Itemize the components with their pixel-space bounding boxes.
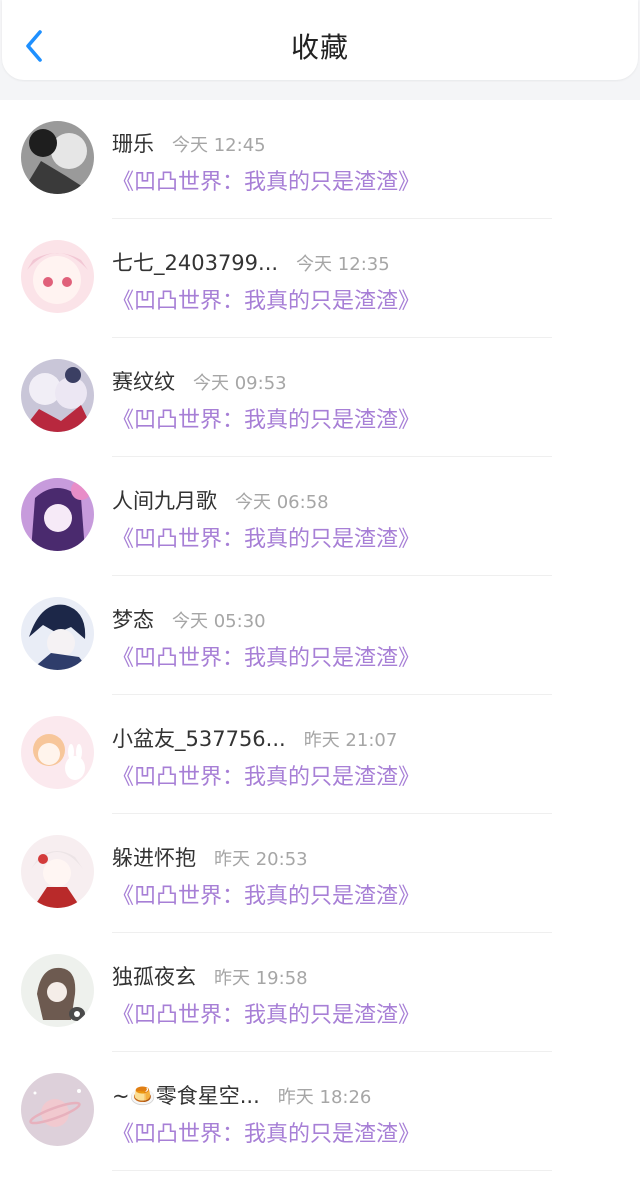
user-name: 七七_2403799... [112,251,279,275]
book-title-link[interactable]: 《凹凸世界：我真的只是渣渣》 [112,759,420,791]
user-name: 独孤夜玄 [112,965,196,989]
book-title-link[interactable]: 《凹凸世界：我真的只是渣渣》 [112,997,420,1029]
avatar[interactable] [21,359,94,432]
user-name: 躲进怀抱 [112,846,196,870]
avatar[interactable] [21,1073,94,1146]
timestamp: 今天 12:35 [296,254,390,275]
user-name: 珊乐 [112,132,154,156]
avatar[interactable] [21,835,94,908]
user-name: 小盆友_537756... [112,727,286,751]
timestamp: 今天 05:30 [172,611,266,632]
list-item[interactable]: 梦态 今天 05:30 《凹凸世界：我真的只是渣渣》 [0,576,640,695]
timestamp: 今天 12:45 [172,135,266,156]
favorites-list: 珊乐 今天 12:45 《凹凸世界：我真的只是渣渣》 七七_2403799... 今… [0,100,640,1171]
book-title-link[interactable]: 《凹凸世界：我真的只是渣渣》 [112,402,420,434]
divider [112,1170,552,1171]
avatar[interactable] [21,121,94,194]
book-title-link[interactable]: 《凹凸世界：我真的只是渣渣》 [112,521,420,553]
timestamp: 昨天 21:07 [303,730,398,751]
list-item[interactable]: 珊乐 今天 12:45 《凹凸世界：我真的只是渣渣》 [0,100,640,219]
list-item[interactable]: 人间九月歌 今天 06:58 《凹凸世界：我真的只是渣渣》 [0,457,640,576]
timestamp: 今天 06:58 [235,492,329,513]
list-item[interactable]: 躲进怀抱 昨天 20:53 《凹凸世界：我真的只是渣渣》 [0,814,640,933]
avatar[interactable] [21,478,94,551]
timestamp: 昨天 19:58 [214,968,308,989]
timestamp: 今天 09:53 [193,373,287,394]
timestamp: 昨天 18:26 [277,1087,372,1108]
avatar[interactable] [21,716,94,789]
book-title-link[interactable]: 《凹凸世界：我真的只是渣渣》 [112,164,420,196]
section-gap [0,82,640,100]
avatar[interactable] [21,240,94,313]
header-bar: 收藏 [2,0,638,80]
user-name: 梦态 [112,608,154,632]
list-item[interactable]: 独孤夜玄 昨天 19:58 《凹凸世界：我真的只是渣渣》 [0,933,640,1052]
page-title: 收藏 [290,31,349,64]
avatar[interactable] [21,954,94,1027]
user-name: ~🍮零食星空... [112,1084,260,1108]
user-name: 人间九月歌 [112,489,217,513]
book-title-link[interactable]: 《凹凸世界：我真的只是渣渣》 [112,1116,420,1148]
header: 收藏 [0,0,640,82]
timestamp: 昨天 20:53 [214,849,308,870]
list-item[interactable]: ~🍮零食星空... 昨天 18:26 《凹凸世界：我真的只是渣渣》 [0,1052,640,1171]
book-title-link[interactable]: 《凹凸世界：我真的只是渣渣》 [112,283,420,315]
book-title-link[interactable]: 《凹凸世界：我真的只是渣渣》 [112,878,420,910]
list-item[interactable]: 七七_2403799... 今天 12:35 《凹凸世界：我真的只是渣渣》 [0,219,640,338]
user-name: 赛纹纹 [112,370,175,394]
list-item[interactable]: 小盆友_537756... 昨天 21:07 《凹凸世界：我真的只是渣渣》 [0,695,640,814]
list-item[interactable]: 赛纹纹 今天 09:53 《凹凸世界：我真的只是渣渣》 [0,338,640,457]
book-title-link[interactable]: 《凹凸世界：我真的只是渣渣》 [112,640,420,672]
avatar[interactable] [21,597,94,670]
